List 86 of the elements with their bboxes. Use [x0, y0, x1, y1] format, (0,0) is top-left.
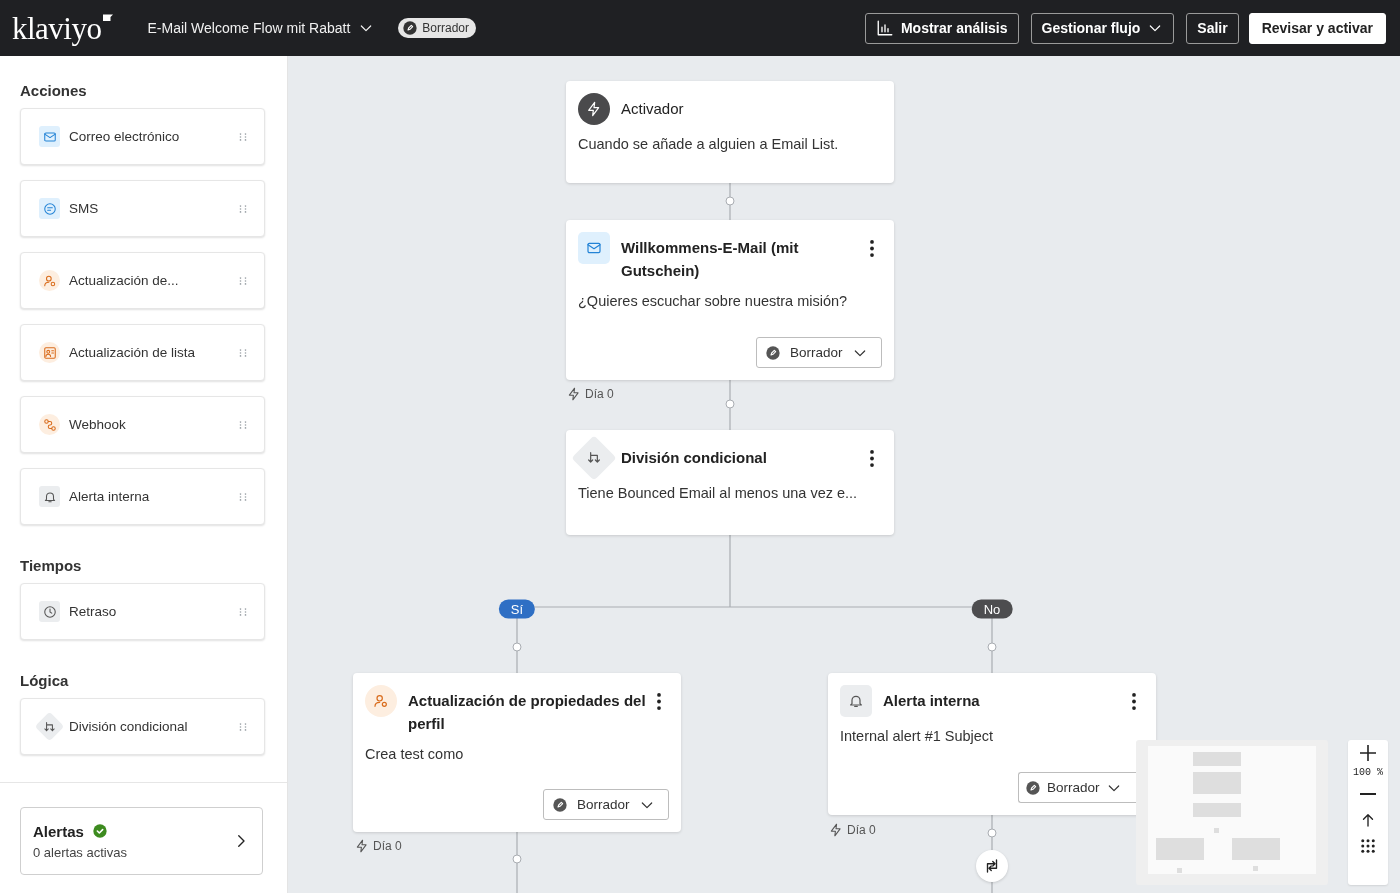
- analytics-button[interactable]: Mostrar análisis: [864, 12, 1019, 44]
- lightning-icon: [567, 387, 581, 401]
- review-activate-button[interactable]: Revisar y activar: [1248, 12, 1386, 44]
- action-label: División condicional: [69, 719, 189, 734]
- action-card[interactable]: Retraso: [20, 583, 265, 640]
- pencil-icon: [1025, 779, 1041, 796]
- step-description: Tiene Bounced Email al menos una vez e...: [578, 485, 859, 501]
- branch-label: No: [971, 599, 1013, 619]
- pencil-icon: [552, 796, 568, 813]
- minus-icon: [1360, 793, 1376, 795]
- bell-icon: [42, 489, 57, 504]
- logo: klaviyo: [12, 12, 102, 44]
- status-dropdown[interactable]: Borrador: [756, 337, 882, 368]
- more-options-icon: [1132, 693, 1136, 710]
- step-description: Internal alert #1 Subject: [840, 728, 995, 744]
- section-heading: Tiempos: [20, 557, 83, 575]
- envelope-icon: [586, 240, 602, 256]
- step-title: División condicional: [621, 448, 768, 468]
- step-description: ¿Quieres escuchar sobre nuestra misión?: [578, 293, 849, 309]
- delay-label: Día 0: [585, 387, 614, 401]
- action-label: SMS: [69, 201, 100, 216]
- lightning-icon: [586, 101, 602, 117]
- person-gear-icon: [373, 693, 389, 709]
- profile-update-card[interactable]: Actualización de propiedades del perfil Crea test como Borrador: [353, 673, 681, 832]
- step-title: Willkommens-E-Mail (mit Gutschein): [621, 238, 800, 281]
- action-label: Actualización de lista: [69, 345, 197, 360]
- lightning-icon: [829, 823, 843, 837]
- action-label: Correo electrónico: [69, 129, 181, 144]
- envelope-icon: [42, 129, 57, 144]
- step-title: Alerta interna: [883, 691, 981, 711]
- step-title: Actualización de propiedades del perfil: [408, 691, 646, 734]
- connector-line: [725, 182, 735, 221]
- pencil-icon: [402, 20, 419, 36]
- action-card[interactable]: Actualización de...: [20, 252, 265, 309]
- alert-step-card[interactable]: Alerta interna Internal alert #1 Subject Borrador: [828, 673, 1156, 815]
- alerts-card[interactable]: Alertas 0 alertas activas: [20, 807, 263, 875]
- action-card[interactable]: Correo electrónico: [20, 108, 265, 165]
- bell-icon: [848, 693, 864, 709]
- section-heading: Lógica: [20, 672, 70, 690]
- alerts-title: Alertas: [33, 822, 84, 840]
- action-label: Alerta interna: [69, 489, 151, 504]
- trigger-card[interactable]: Activador Cuando se añade a alguien a Email List.: [566, 81, 894, 183]
- action-label: Actualización de...: [69, 273, 180, 288]
- action-card[interactable]: División condicional: [20, 698, 265, 755]
- connector-line: [512, 831, 522, 893]
- status-dropdown[interactable]: Borrador: [1018, 772, 1136, 803]
- action-card[interactable]: Actualización de lista: [20, 324, 265, 381]
- action-card[interactable]: Alerta interna: [20, 468, 265, 525]
- status-dropdown[interactable]: Borrador: [543, 789, 669, 820]
- more-options-icon: [657, 693, 661, 710]
- status-text: Borrador: [422, 21, 469, 35]
- lightning-icon: [355, 839, 369, 853]
- action-card[interactable]: Webhook: [20, 396, 265, 453]
- section-heading: Acciones: [20, 82, 88, 100]
- dot-grid-icon: [1359, 837, 1377, 855]
- step-title: Activador: [621, 99, 685, 119]
- plus-icon: [1360, 745, 1376, 761]
- branch-label: Sí: [498, 599, 536, 619]
- more-options-icon: [870, 240, 874, 257]
- manage-flow-dropdown[interactable]: Gestionar flujo: [1030, 12, 1175, 44]
- person-gear-icon: [42, 273, 57, 288]
- step-description: Crea test como: [365, 746, 465, 762]
- action-label: Retraso: [69, 604, 118, 619]
- split-card[interactable]: División condicional Tiene Bounced Email al menos una vez e...: [566, 430, 894, 535]
- delay-label: Día 0: [847, 823, 876, 837]
- loop-button[interactable]: [976, 850, 1008, 882]
- linked-nodes-icon: [42, 417, 57, 432]
- split-arrows-icon: [586, 450, 602, 466]
- zoom-level: 100 %: [1353, 767, 1383, 778]
- more-options-icon: [870, 450, 874, 467]
- flow-title-dropdown[interactable]: E-Mail Welcome Flow mit Rabatt: [147, 20, 375, 36]
- step-description: Cuando se añade a alguien a Email List.: [578, 136, 840, 152]
- pencil-icon: [765, 344, 781, 361]
- alerts-count: 0 alertas activas: [33, 844, 128, 860]
- contact-list-icon: [42, 345, 57, 360]
- check-circle-icon: [91, 823, 108, 839]
- chat-bubble-icon: [42, 201, 57, 216]
- exit-button[interactable]: Salir: [1186, 12, 1239, 44]
- email-step-card[interactable]: Willkommens-E-Mail (mit Gutschein) ¿Quieres escuchar sobre nuestra misión? Borrador: [566, 220, 894, 380]
- action-label: Webhook: [69, 417, 127, 432]
- connector-line: [725, 379, 735, 431]
- action-card[interactable]: SMS: [20, 180, 265, 237]
- delay-label: Día 0: [373, 839, 402, 853]
- bar-chart-icon: [875, 19, 894, 37]
- clock-icon: [42, 604, 57, 619]
- split-arrows-icon: [42, 719, 57, 734]
